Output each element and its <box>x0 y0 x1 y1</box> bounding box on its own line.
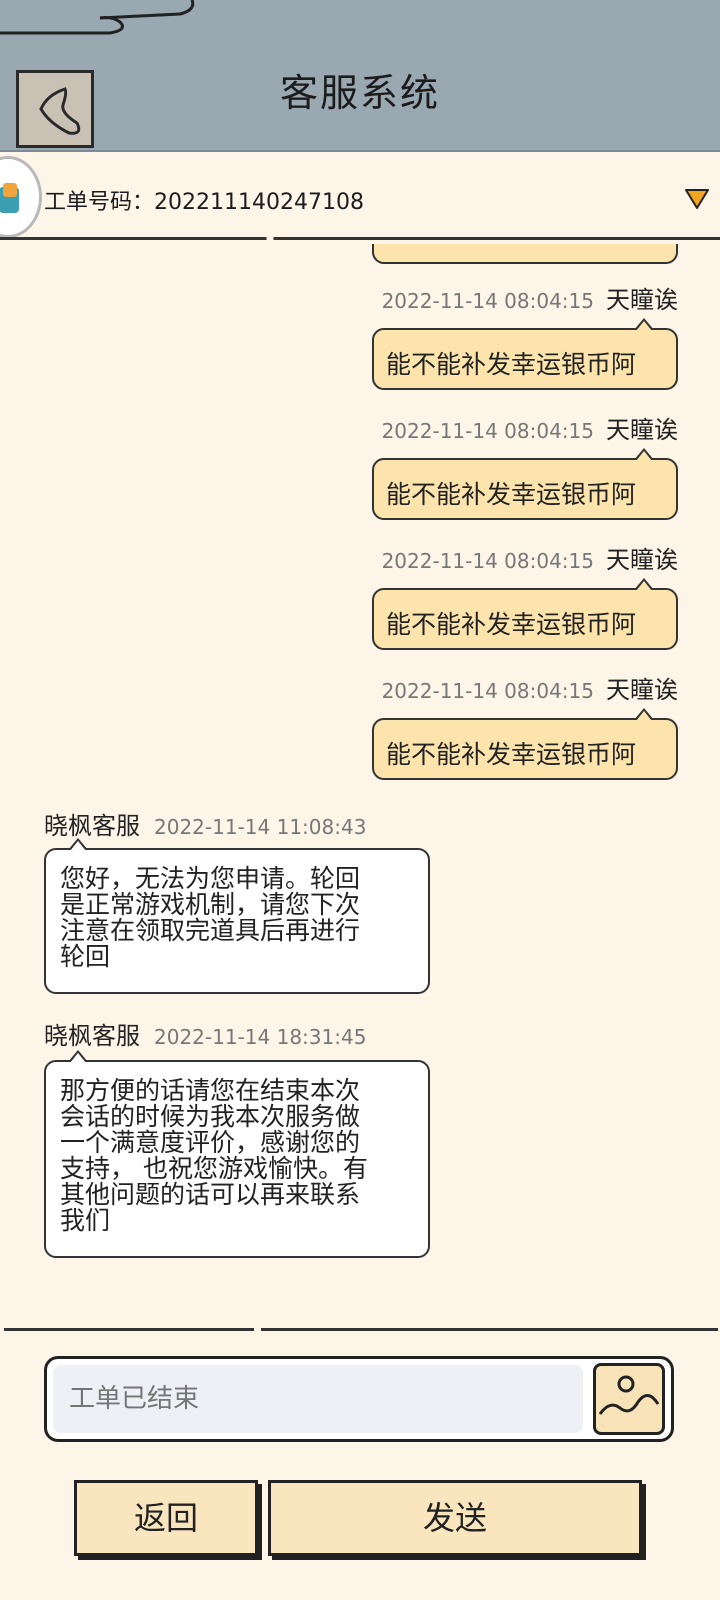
message-meta: 晓枫客服 2022-11-14 18:31:45 <box>44 1016 366 1051</box>
triangle-down-icon[interactable] <box>684 188 710 210</box>
image-upload-button[interactable] <box>593 1363 665 1435</box>
message-bubble-outgoing: 能不能补发幸运银币阿 <box>372 708 678 780</box>
message-time: 2022-11-14 08:04:15 <box>381 549 594 573</box>
message-composer <box>44 1356 674 1442</box>
message-time: 2022-11-14 18:31:45 <box>154 1025 367 1049</box>
sender-name: 天瞳诶 <box>606 416 678 444</box>
message-time: 2022-11-14 08:04:15 <box>381 679 594 703</box>
message-time: 2022-11-14 08:04:15 <box>381 419 594 443</box>
message-meta: 2022-11-14 08:04:15 天瞳诶 <box>382 540 678 575</box>
sender-name: 天瞳诶 <box>606 286 678 314</box>
message-meta: 2022-11-14 08:04:15 天瞳诶 <box>382 410 678 445</box>
message-time: 2022-11-14 11:08:43 <box>154 815 367 839</box>
message-line: 那方便的话请您在结束本次 <box>60 1076 361 1105</box>
app-header: 客服系统 <box>0 0 720 152</box>
message-line: 支持， 也祝您游戏愉快。有 <box>60 1154 368 1183</box>
sender-name: 天瞳诶 <box>606 676 678 704</box>
sender-name: 晓枫客服 <box>44 1022 140 1050</box>
message-text: 能不能补发幸运银币阿 <box>386 740 637 769</box>
sender-name: 天瞳诶 <box>606 546 678 574</box>
back-text-button[interactable]: 返回 <box>74 1480 258 1556</box>
message-text: 能不能补发幸运银币阿 <box>386 610 637 639</box>
send-button[interactable]: 发送 <box>268 1480 642 1556</box>
message-line: 其他问题的话可以再来联系 <box>60 1180 361 1209</box>
divider <box>0 237 720 240</box>
message-line: 是正常游戏机制，请您下次 <box>60 890 361 919</box>
message-bubble-partial <box>372 244 678 264</box>
message-line: 注意在领取完道具后再进行 <box>60 916 361 945</box>
message-line: 我们 <box>60 1206 111 1235</box>
message-text: 能不能补发幸运银币阿 <box>386 350 637 379</box>
message-line: 轮回 <box>60 942 111 971</box>
message-input[interactable] <box>53 1365 583 1433</box>
app-logo-avatar <box>0 156 42 238</box>
message-bubble-incoming: 您好，无法为您申请。轮回 是正常游戏机制，请您下次 注意在领取完道具后再进行 轮… <box>44 838 430 994</box>
message-bubble-incoming: 那方便的话请您在结束本次 会话的时候为我本次服务做 一个满意度评价，感谢您的 支… <box>44 1050 430 1258</box>
message-text: 能不能补发幸运银币阿 <box>386 480 637 509</box>
message-meta: 2022-11-14 08:04:15 天瞳诶 <box>382 670 678 705</box>
message-time: 2022-11-14 08:04:15 <box>381 289 594 313</box>
image-icon <box>598 1375 660 1415</box>
message-bubble-outgoing: 能不能补发幸运银币阿 <box>372 578 678 650</box>
message-bubble-outgoing: 能不能补发幸运银币阿 <box>372 318 678 390</box>
ticket-number: 工单号码：202211140247108 <box>44 190 364 215</box>
sender-name: 晓枫客服 <box>44 812 140 840</box>
message-line: 您好，无法为您申请。轮回 <box>60 864 361 893</box>
message-bubble-outgoing: 能不能补发幸运银币阿 <box>372 448 678 520</box>
divider <box>4 1328 718 1331</box>
message-line: 会话的时候为我本次服务做 <box>60 1102 361 1131</box>
page-title: 客服系统 <box>279 71 440 115</box>
message-meta: 晓枫客服 2022-11-14 11:08:43 <box>44 806 366 841</box>
message-meta: 2022-11-14 08:04:15 天瞳诶 <box>382 280 678 315</box>
message-line: 一个满意度评价，感谢您的 <box>60 1128 361 1157</box>
decorative-swirl <box>0 0 195 35</box>
